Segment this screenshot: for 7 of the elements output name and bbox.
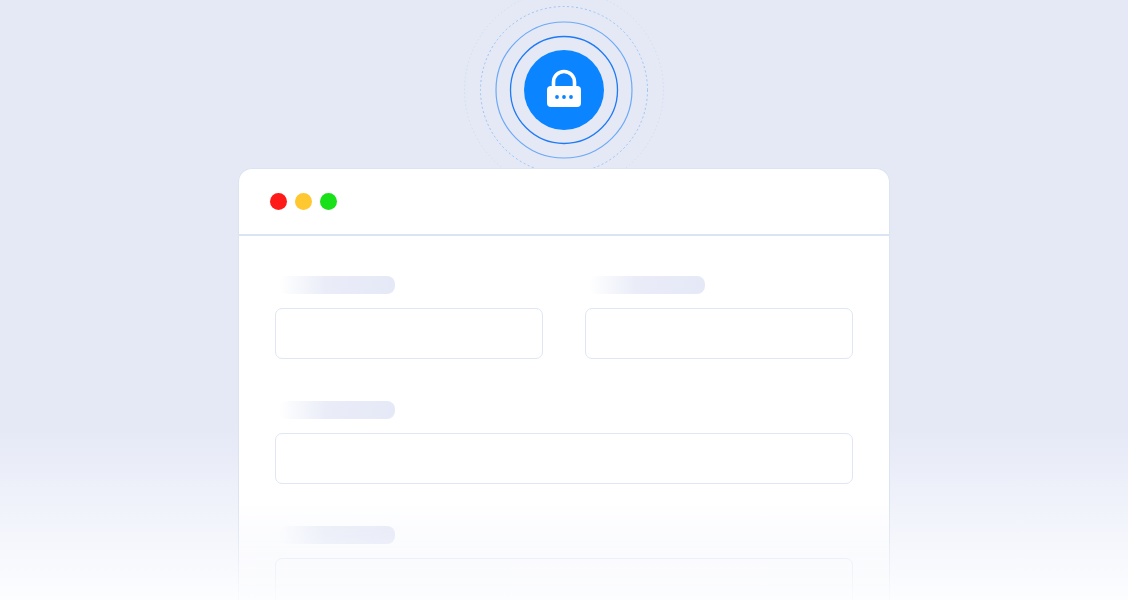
input-field[interactable] [275,308,543,359]
lock-icon [524,50,604,130]
window-dot-icon[interactable] [320,193,337,210]
input-field[interactable] [275,433,853,484]
window-dot-icon[interactable] [270,193,287,210]
window-dot-icon[interactable] [295,193,312,210]
input-field[interactable] [585,308,853,359]
